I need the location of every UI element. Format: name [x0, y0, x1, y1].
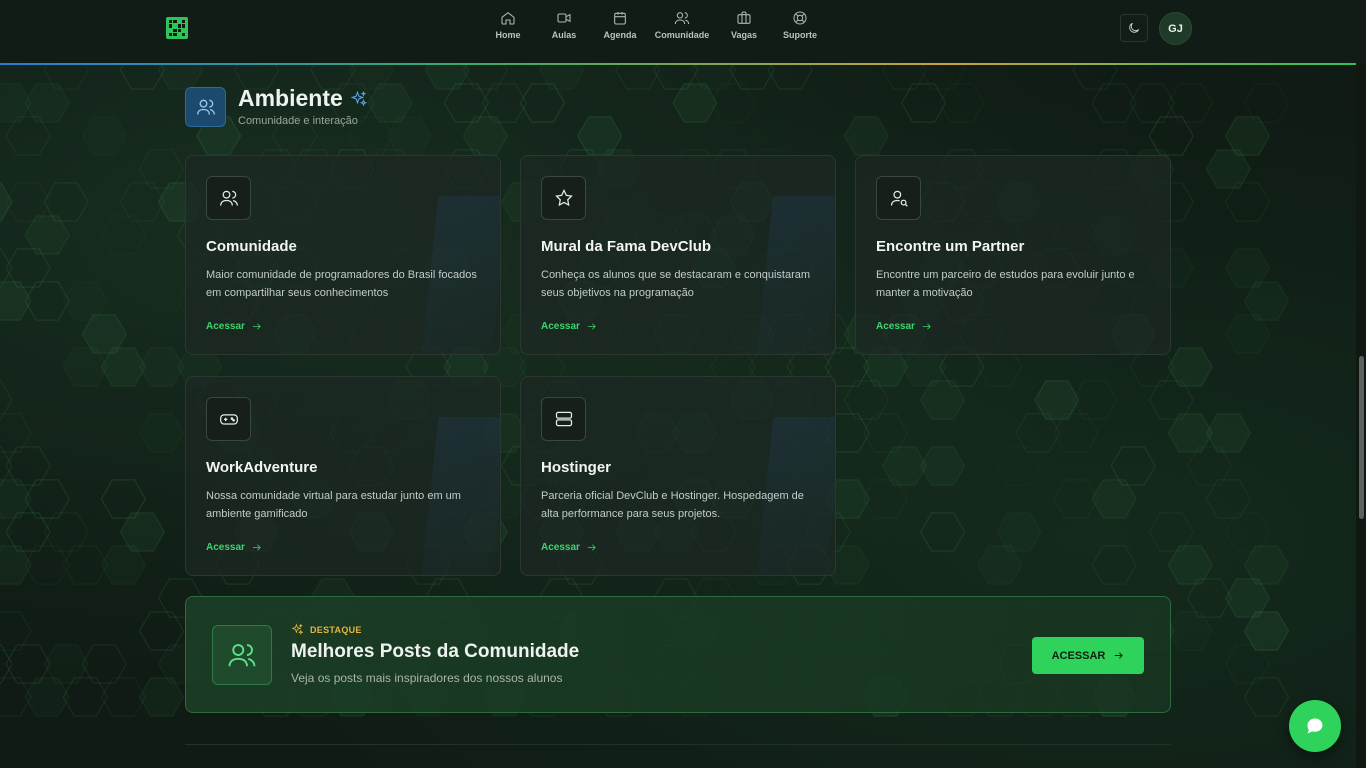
card-access-link[interactable]: Acessar: [206, 321, 262, 332]
sparkles-icon: [291, 623, 304, 635]
card-link-label: Acessar: [206, 542, 245, 553]
main-nav: Home Aulas Agenda Comunidade Vagas Supor…: [480, 10, 828, 40]
logo-icon[interactable]: [166, 17, 188, 39]
chat-button[interactable]: [1289, 700, 1341, 752]
video-icon: [557, 13, 571, 23]
nav-item-aulas[interactable]: Aulas: [536, 10, 592, 40]
card-description: Maior comunidade de programadores do Bra…: [206, 269, 477, 299]
card-description: Nossa comunidade virtual para estudar ju…: [206, 490, 461, 520]
card-link-label: Acessar: [206, 321, 245, 332]
chat-bubble-icon: [1307, 718, 1323, 734]
card-access-link[interactable]: Acessar: [541, 542, 597, 553]
banner-title: Melhores Posts da Comunidade: [291, 641, 580, 662]
section-title: Ambiente: [238, 85, 343, 111]
users-icon: [674, 12, 690, 25]
gamepad-icon: [219, 414, 238, 425]
card-icon-box: [206, 397, 251, 441]
briefcase-icon: [737, 11, 751, 24]
nav-item-agenda[interactable]: Agenda: [592, 10, 648, 40]
header-gradient-line: [0, 63, 1356, 65]
calendar-icon: [614, 12, 626, 25]
banner-icon-box: [212, 625, 272, 685]
card-description: Encontre um parceiro de estudos para evo…: [876, 269, 1135, 299]
nav-label: Suporte: [782, 30, 817, 40]
card-hostinger[interactable]: Hostinger Parceria oficial DevClub e Hos…: [520, 376, 836, 576]
card-description: Parceria oficial DevClub e Hostinger. Ho…: [541, 490, 804, 520]
star-icon: [554, 189, 573, 207]
scrollbar-thumb[interactable]: [1359, 356, 1364, 519]
card-comunidade[interactable]: Comunidade Maior comunidade de programad…: [185, 155, 501, 355]
arrow-right-icon: [587, 544, 596, 551]
banner-subtitle: Veja os posts mais inspiradores dos noss…: [291, 671, 563, 685]
home-icon: [501, 11, 515, 25]
moon-icon: [1129, 22, 1140, 33]
card-description: Conheça os alunos que se destacaram e co…: [541, 269, 811, 299]
card-link-label: Acessar: [876, 321, 915, 332]
featured-banner: DESTAQUE Melhores Posts da Comunidade Ve…: [185, 596, 1171, 713]
card-icon-box: [541, 397, 586, 441]
arrow-right-icon: [1115, 652, 1124, 659]
card-workadventure[interactable]: WorkAdventure Nossa comunidade virtual p…: [185, 376, 501, 576]
card-title: Comunidade: [206, 238, 297, 255]
featured-badge: DESTAQUE: [291, 623, 362, 636]
access-button[interactable]: ACESSAR: [1032, 637, 1144, 674]
card-icon-box: [876, 176, 921, 220]
card-access-link[interactable]: Acessar: [876, 321, 932, 332]
nav-label: Comunidade: [654, 30, 710, 40]
card-link-label: Acessar: [541, 321, 580, 332]
card-title: Encontre um Partner: [876, 238, 1025, 255]
nav-label: Vagas: [730, 30, 758, 40]
nav-item-home[interactable]: Home: [480, 10, 536, 40]
divider: [185, 744, 1171, 745]
badge-label: DESTAQUE: [310, 624, 362, 635]
top-navbar: Home Aulas Agenda Comunidade Vagas Supor…: [0, 0, 1366, 64]
card-access-link[interactable]: Acessar: [541, 321, 597, 332]
arrow-right-icon: [252, 323, 261, 330]
lifebuoy-icon: [793, 11, 807, 25]
users-icon: [196, 99, 215, 115]
avatar[interactable]: GJ: [1159, 12, 1192, 45]
theme-toggle-button[interactable]: [1120, 14, 1148, 42]
user-search-icon: [890, 190, 908, 207]
card-mural-da-fama[interactable]: Mural da Fama DevClub Conheça os alunos …: [520, 155, 836, 355]
access-button-label: ACESSAR: [1051, 649, 1106, 662]
arrow-right-icon: [252, 544, 261, 551]
section-icon: [185, 87, 226, 127]
card-icon-box: [541, 176, 586, 220]
users-icon: [219, 190, 238, 206]
card-title: WorkAdventure: [206, 459, 318, 476]
arrow-right-icon: [922, 323, 931, 330]
arrow-right-icon: [587, 323, 596, 330]
nav-label: Agenda: [603, 30, 637, 40]
card-link-label: Acessar: [541, 542, 580, 553]
sparkles-icon: [350, 90, 368, 108]
section-subtitle: Comunidade e interação: [238, 115, 358, 127]
nav-item-suporte[interactable]: Suporte: [772, 10, 828, 40]
card-icon-box: [206, 176, 251, 220]
nav-item-vagas[interactable]: Vagas: [716, 10, 772, 40]
users-icon: [228, 644, 256, 667]
nav-label: Home: [495, 30, 521, 40]
server-icon: [555, 411, 572, 427]
nav-item-comunidade[interactable]: Comunidade: [648, 10, 716, 40]
nav-label: Aulas: [551, 30, 577, 40]
card-encontre-partner[interactable]: Encontre um Partner Encontre um parceiro…: [855, 155, 1171, 355]
card-title: Hostinger: [541, 459, 612, 476]
card-access-link[interactable]: Acessar: [206, 542, 262, 553]
card-title: Mural da Fama DevClub: [541, 238, 712, 255]
